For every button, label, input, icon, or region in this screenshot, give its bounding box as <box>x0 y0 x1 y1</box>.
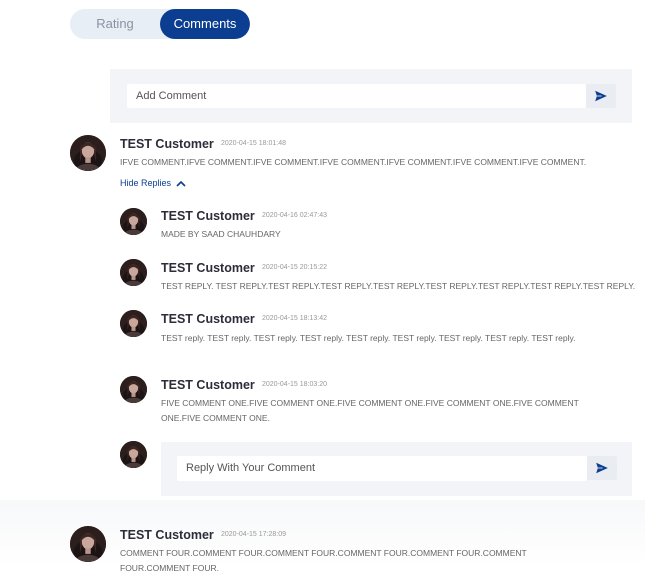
comment-text: COMMENT FOUR.COMMENT FOUR.COMMENT FOUR.C… <box>120 548 527 573</box>
tab-comments[interactable]: Comments <box>160 9 250 39</box>
reply-text: TEST REPLY. TEST REPLY.TEST REPLY.TEST R… <box>161 281 636 291</box>
reply-author: TEST Customer <box>161 312 255 326</box>
comment-author: TEST Customer <box>120 528 214 542</box>
add-comment-panel: Add Comment <box>110 69 632 123</box>
add-comment-input[interactable]: Add Comment <box>127 84 586 108</box>
reply-author: TEST Customer <box>161 261 255 275</box>
tab-switcher: Rating Comments <box>70 9 250 39</box>
reply-text: FIVE COMMENT ONE.FIVE COMMENT ONE.FIVE C… <box>161 398 579 423</box>
reply-text: TEST reply. TEST reply. TEST reply. TEST… <box>161 333 576 343</box>
comment-time: 2020-04-15 18:01:48 <box>221 140 286 147</box>
send-icon <box>594 89 608 103</box>
comment-time: 2020-04-15 17:28:09 <box>221 531 286 538</box>
reply-text: MADE BY SAAD CHAUHDARY <box>161 229 281 239</box>
send-icon <box>595 461 609 475</box>
reply-time: 2020-04-16 02:47:43 <box>262 212 327 219</box>
comment-author: TEST Customer <box>120 137 214 151</box>
reply-time: 2020-04-15 20:15:22 <box>262 264 327 271</box>
hide-replies-label: Hide Replies <box>120 178 172 188</box>
reply-author: TEST Customer <box>161 209 255 223</box>
comment-text: IFVE COMMENT.IFVE COMMENT.IFVE COMMENT.I… <box>120 157 587 167</box>
avatar <box>120 259 147 286</box>
reply-author: TEST Customer <box>161 378 255 392</box>
send-reply-button[interactable] <box>587 456 617 480</box>
avatar <box>120 208 147 235</box>
reply-time: 2020-04-15 18:03:20 <box>262 381 327 388</box>
avatar <box>70 526 106 562</box>
avatar <box>120 376 147 403</box>
avatar <box>120 310 147 337</box>
reply-input[interactable]: Reply With Your Comment <box>177 456 587 481</box>
hide-replies-toggle[interactable]: Hide Replies <box>120 178 186 188</box>
tab-rating[interactable]: Rating <box>70 9 160 39</box>
reply-time: 2020-04-15 18:13:42 <box>262 315 327 322</box>
chevron-up-icon <box>176 180 186 187</box>
reply-panel: Reply With Your Comment <box>161 442 632 496</box>
avatar <box>70 135 106 171</box>
avatar <box>120 441 147 468</box>
send-comment-button[interactable] <box>586 84 616 108</box>
